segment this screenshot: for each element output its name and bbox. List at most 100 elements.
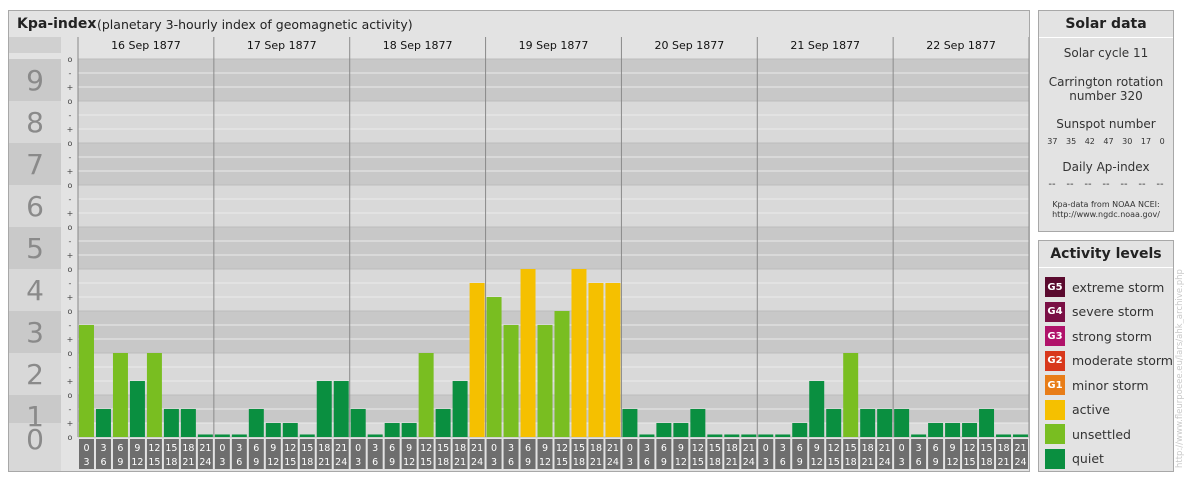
kp-bar: [554, 311, 570, 437]
kp-bar: [384, 423, 400, 437]
legend-swatch: G2: [1045, 350, 1065, 371]
interval-end: 15: [964, 457, 976, 468]
legend-item-quiet: quiet: [1045, 448, 1104, 469]
source-link[interactable]: http://www.ngdc.noaa.gov/: [1039, 210, 1173, 220]
kp-bar: [775, 434, 791, 437]
legend-label: quiet: [1072, 451, 1104, 466]
legend-label: severe storm: [1072, 304, 1154, 319]
ap-value: --: [1084, 179, 1092, 190]
y-minor-tick: o: [68, 307, 73, 316]
band-level-2: [78, 353, 1029, 395]
kp-bar: [911, 434, 927, 437]
interval-start: 12: [692, 443, 704, 454]
y-tick-label: 6: [26, 190, 44, 223]
y-minor-tick: +: [67, 251, 74, 260]
kp-bar: [452, 381, 468, 437]
y-tick-label: 7: [26, 148, 44, 181]
interval-start: 6: [797, 443, 803, 454]
kp-bar: [180, 408, 196, 437]
legend-item-moderate-storm: G2 moderate storm: [1045, 350, 1173, 371]
day-label: 18 Sep 1877: [383, 39, 453, 52]
ap-index-values: -- -- -- -- -- -- --: [1039, 179, 1173, 190]
legend-item-unsettled: unsettled: [1045, 424, 1131, 444]
band-level-9: [78, 59, 1029, 101]
interval-start: 18: [997, 443, 1009, 454]
legend-swatch: [1045, 399, 1065, 420]
interval-end: 15: [420, 457, 432, 468]
y-minor-tick: +: [67, 293, 74, 302]
kp-bar: [673, 423, 689, 437]
legend-label: strong storm: [1072, 328, 1152, 344]
legend-swatch: [1045, 448, 1065, 469]
y-tick-label: 2: [26, 358, 44, 391]
legend-label: minor storm: [1072, 377, 1149, 393]
kp-bar: [690, 408, 706, 437]
day-label: 22 Sep 1877: [926, 39, 996, 52]
y-minor-tick: o: [68, 391, 73, 400]
kp-bar: [265, 423, 281, 437]
kp-bar: [1013, 434, 1028, 437]
ap-value: --: [1156, 179, 1164, 190]
interval-start: 0: [355, 443, 361, 454]
interval-start: 21: [1014, 443, 1026, 454]
kp-bar: [894, 408, 910, 437]
kp-bar: [350, 408, 366, 437]
band-level-7: [78, 143, 1029, 185]
interval-start: 15: [845, 443, 857, 454]
kp-bar: [520, 269, 536, 437]
interval-end: 21: [182, 457, 194, 468]
kp-bar: [877, 408, 893, 437]
interval-end: 9: [933, 457, 939, 468]
interval-start: 12: [556, 443, 568, 454]
interval-end: 6: [644, 457, 650, 468]
kp-bar: [401, 423, 417, 437]
interval-start: 21: [607, 443, 619, 454]
axis-corner-minor: [61, 37, 78, 53]
y-minor-tick: o: [68, 55, 73, 64]
interval-end: 18: [573, 457, 585, 468]
y-minor-tick: -: [69, 69, 72, 78]
ap-value: --: [1066, 179, 1074, 190]
interval-end: 15: [556, 457, 568, 468]
band-level-6: [78, 185, 1029, 227]
y-minor-tick: o: [68, 265, 73, 274]
interval-start: 15: [573, 443, 585, 454]
legend-swatch: G4: [1045, 301, 1065, 322]
legend-item-extreme-storm: G5 extreme storm: [1045, 277, 1164, 297]
kp-bar: [945, 423, 961, 437]
interval-end: 18: [437, 457, 449, 468]
sunspot-value: 42: [1084, 137, 1095, 146]
interval-start: 0: [491, 443, 497, 454]
interval-start: 0: [219, 443, 225, 454]
kp-bar: [571, 269, 587, 437]
legend-swatch: G3: [1045, 326, 1065, 346]
interval-end: 12: [675, 457, 687, 468]
kp-bar: [435, 408, 451, 437]
interval-end: 18: [845, 457, 857, 468]
solar-data-panel: Solar data Solar cycle 11 Carrington rot…: [1038, 10, 1174, 232]
interval-end: 24: [199, 457, 211, 468]
interval-end: 6: [372, 457, 378, 468]
interval-end: 3: [763, 457, 769, 468]
y-minor-tick: o: [68, 349, 73, 358]
y-minor-tick: +: [67, 209, 74, 218]
interval-end: 15: [284, 457, 296, 468]
interval-end: 6: [916, 457, 922, 468]
kp-bar: [146, 353, 162, 437]
y-minor-tick: +: [67, 83, 74, 92]
interval-start: 21: [199, 443, 211, 454]
y-tick-label: 5: [26, 232, 44, 265]
interval-end: 24: [743, 457, 755, 468]
sunspot-value: 17: [1140, 137, 1152, 146]
y-minor-tick: +: [67, 419, 74, 428]
interval-start: 12: [284, 443, 296, 454]
kp-bar: [639, 434, 655, 437]
activity-levels-title: Activity levels: [1039, 241, 1173, 268]
kp-bar: [418, 353, 434, 437]
kp-bar: [367, 434, 383, 437]
interval-start: 18: [590, 443, 602, 454]
interval-start: 3: [780, 443, 786, 454]
interval-end: 24: [607, 457, 619, 468]
interval-start: 18: [726, 443, 738, 454]
interval-end: 3: [219, 457, 225, 468]
